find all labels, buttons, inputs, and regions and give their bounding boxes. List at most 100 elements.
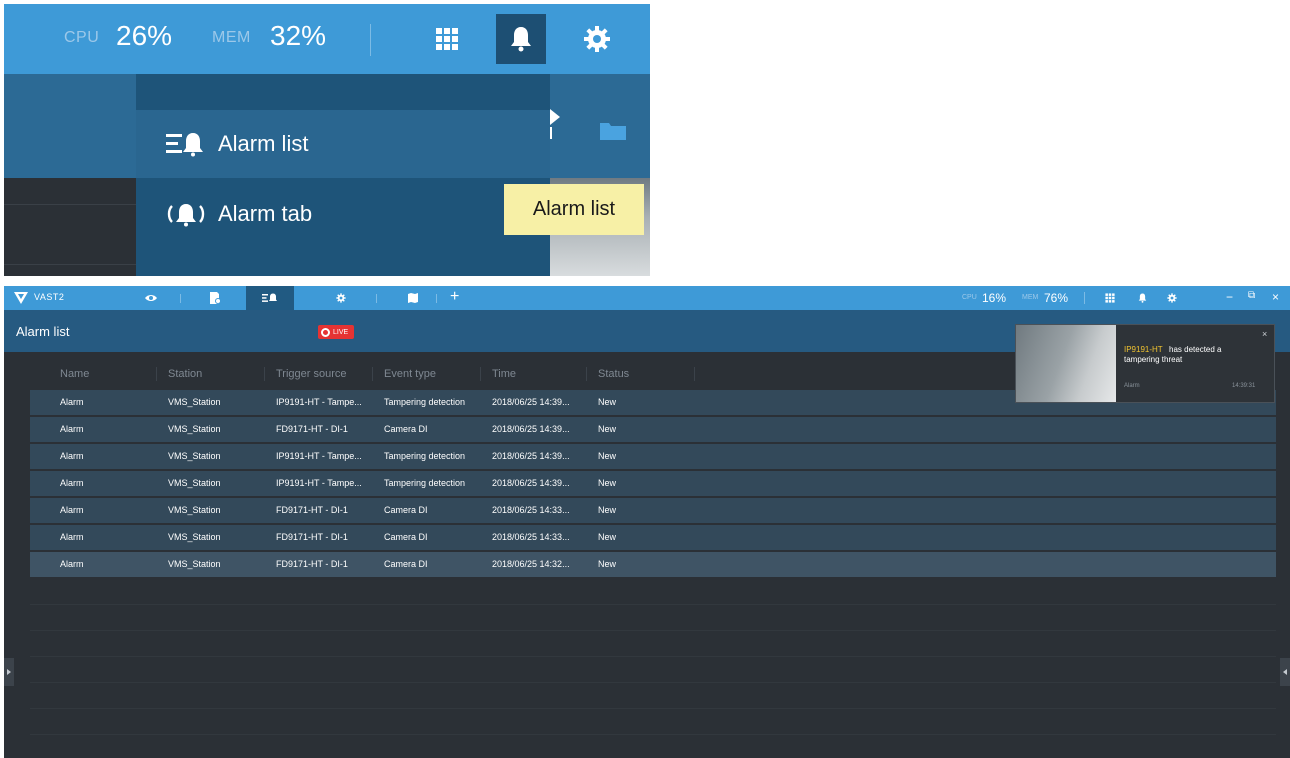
grid-icon: [1105, 293, 1115, 303]
map-icon: [408, 293, 418, 303]
cell-trigger-source: FD9171-HT - DI-1: [276, 424, 348, 434]
vivotek-logo-icon: [14, 292, 28, 304]
restore-button[interactable]: ⧉: [1248, 290, 1255, 301]
notification-message-line2: tampering threat: [1124, 355, 1183, 364]
grid-button[interactable]: [422, 14, 472, 64]
column-trigger-source[interactable]: Trigger source: [276, 368, 347, 380]
mem-label: MEM: [212, 29, 251, 46]
table-row[interactable]: Alarm VMS_Station IP9191-HT - Tampe... T…: [30, 444, 1276, 469]
mem-value: 76%: [1044, 291, 1069, 305]
eye-icon: [145, 295, 157, 301]
cell-station: VMS_Station: [168, 532, 221, 542]
live-label: LIVE: [333, 328, 349, 336]
gear-icon: [584, 26, 610, 52]
file-settings-icon: [209, 292, 221, 304]
table-row[interactable]: Alarm VMS_Station IP9191-HT - Tampe... T…: [30, 471, 1276, 496]
cell-event-type: Camera DI: [384, 559, 428, 569]
cell-status: New: [598, 397, 617, 407]
gear-icon: [336, 293, 346, 303]
alarm-list-icon: [166, 130, 206, 158]
table-row[interactable]: Alarm VMS_Station FD9171-HT - DI-1 Camer…: [30, 417, 1276, 442]
cpu-label: CPU: [962, 294, 977, 301]
notification-snapshot: [1016, 325, 1116, 402]
notification-type: Alarm: [1124, 383, 1140, 389]
cell-station: VMS_Station: [168, 397, 221, 407]
cell-event-type: Tampering detection: [384, 478, 466, 488]
column-station[interactable]: Station: [168, 368, 202, 380]
table-row[interactable]: Alarm VMS_Station FD9171-HT - DI-1 Camer…: [30, 525, 1276, 550]
cell-time: 2018/06/25 14:39...: [492, 451, 570, 461]
notification-source: IP9191-HT: [1124, 345, 1163, 354]
inset-top-bar: CPU 26% MEM 32%: [4, 4, 650, 74]
toolbar-divider: [370, 24, 371, 56]
cell-name: Alarm: [60, 478, 84, 488]
alarm-button[interactable]: [496, 14, 546, 64]
menu-item-alarm-tab[interactable]: Alarm tab: [136, 180, 550, 248]
cell-name: Alarm: [60, 505, 84, 515]
add-tab-button[interactable]: +: [450, 288, 459, 306]
chevron-left-icon: [1283, 669, 1287, 675]
column-event-type[interactable]: Event type: [384, 368, 436, 380]
settings-button[interactable]: [1162, 286, 1182, 310]
cell-name: Alarm: [60, 532, 84, 542]
record-icon: [321, 327, 330, 337]
cell-trigger-source: FD9171-HT - DI-1: [276, 559, 348, 569]
alarm-button[interactable]: [1132, 286, 1152, 310]
cell-station: VMS_Station: [168, 478, 221, 488]
cell-trigger-source: IP9191-HT - Tampe...: [276, 397, 362, 407]
tab-emap[interactable]: [398, 286, 428, 310]
cell-status: New: [598, 424, 617, 434]
notification-message: has detected a: [1169, 345, 1222, 354]
column-time[interactable]: Time: [492, 368, 516, 380]
cpu-value: 26%: [116, 20, 173, 51]
table-row[interactable]: Alarm VMS_Station FD9171-HT - DI-1 Camer…: [30, 552, 1276, 577]
toolbar-divider: [1084, 292, 1085, 304]
title-bar: VAST2 + CPU 16% MEM 76% − ⧉ ×: [4, 286, 1290, 310]
gear-icon: [1167, 293, 1177, 303]
left-panel-toggle[interactable]: [4, 658, 14, 686]
tab-alarm-list[interactable]: [246, 286, 294, 310]
cell-status: New: [598, 478, 617, 488]
cell-trigger-source: FD9171-HT - DI-1: [276, 532, 348, 542]
grid-icon: [436, 28, 458, 50]
cell-time: 2018/06/25 14:32...: [492, 559, 570, 569]
close-button[interactable]: ×: [1272, 290, 1279, 304]
cell-station: VMS_Station: [168, 451, 221, 461]
cell-status: New: [598, 451, 617, 461]
grid-button[interactable]: [1100, 286, 1120, 310]
menu-item-alarm-list[interactable]: Alarm list: [136, 110, 550, 178]
alarm-list-icon: [262, 293, 277, 302]
alarm-notification[interactable]: IP9191-HT has detected a tampering threa…: [1015, 324, 1275, 403]
cell-time: 2018/06/25 14:33...: [492, 532, 570, 542]
right-panel-toggle[interactable]: [1280, 658, 1290, 686]
table-row[interactable]: Alarm VMS_Station FD9171-HT - DI-1 Camer…: [30, 498, 1276, 523]
minimize-button[interactable]: −: [1226, 290, 1233, 304]
page-title: Alarm list: [16, 324, 70, 339]
cell-name: Alarm: [60, 397, 84, 407]
alarm-tab-icon: [166, 200, 206, 228]
cell-trigger-source: FD9171-HT - DI-1: [276, 505, 348, 515]
tooltip: Alarm list: [504, 184, 644, 235]
cell-station: VMS_Station: [168, 505, 221, 515]
cell-trigger-source: IP9191-HT - Tampe...: [276, 478, 362, 488]
cell-name: Alarm: [60, 451, 84, 461]
cell-station: VMS_Station: [168, 559, 221, 569]
tab-playback[interactable]: [200, 286, 230, 310]
settings-button[interactable]: [572, 14, 622, 64]
menu-item-label: Alarm tab: [218, 201, 313, 226]
zoomed-inset: CPU 26% MEM 32% Alarm list Alarm tab Ala…: [4, 4, 650, 276]
tab-liveview[interactable]: [136, 286, 166, 310]
cell-time: 2018/06/25 14:39...: [492, 397, 570, 407]
cell-event-type: Camera DI: [384, 505, 428, 515]
cell-station: VMS_Station: [168, 424, 221, 434]
live-button[interactable]: LIVE: [318, 325, 354, 339]
tab-settings[interactable]: [326, 286, 356, 310]
mem-value: 32%: [270, 20, 327, 51]
cpu-label: CPU: [64, 29, 100, 46]
app-name: VAST2: [34, 292, 65, 302]
notification-close-button[interactable]: ×: [1262, 329, 1267, 339]
column-name[interactable]: Name: [60, 368, 89, 380]
notification-time: 14:39:31: [1232, 383, 1256, 389]
folder-icon[interactable]: [600, 120, 626, 140]
column-status[interactable]: Status: [598, 368, 629, 380]
